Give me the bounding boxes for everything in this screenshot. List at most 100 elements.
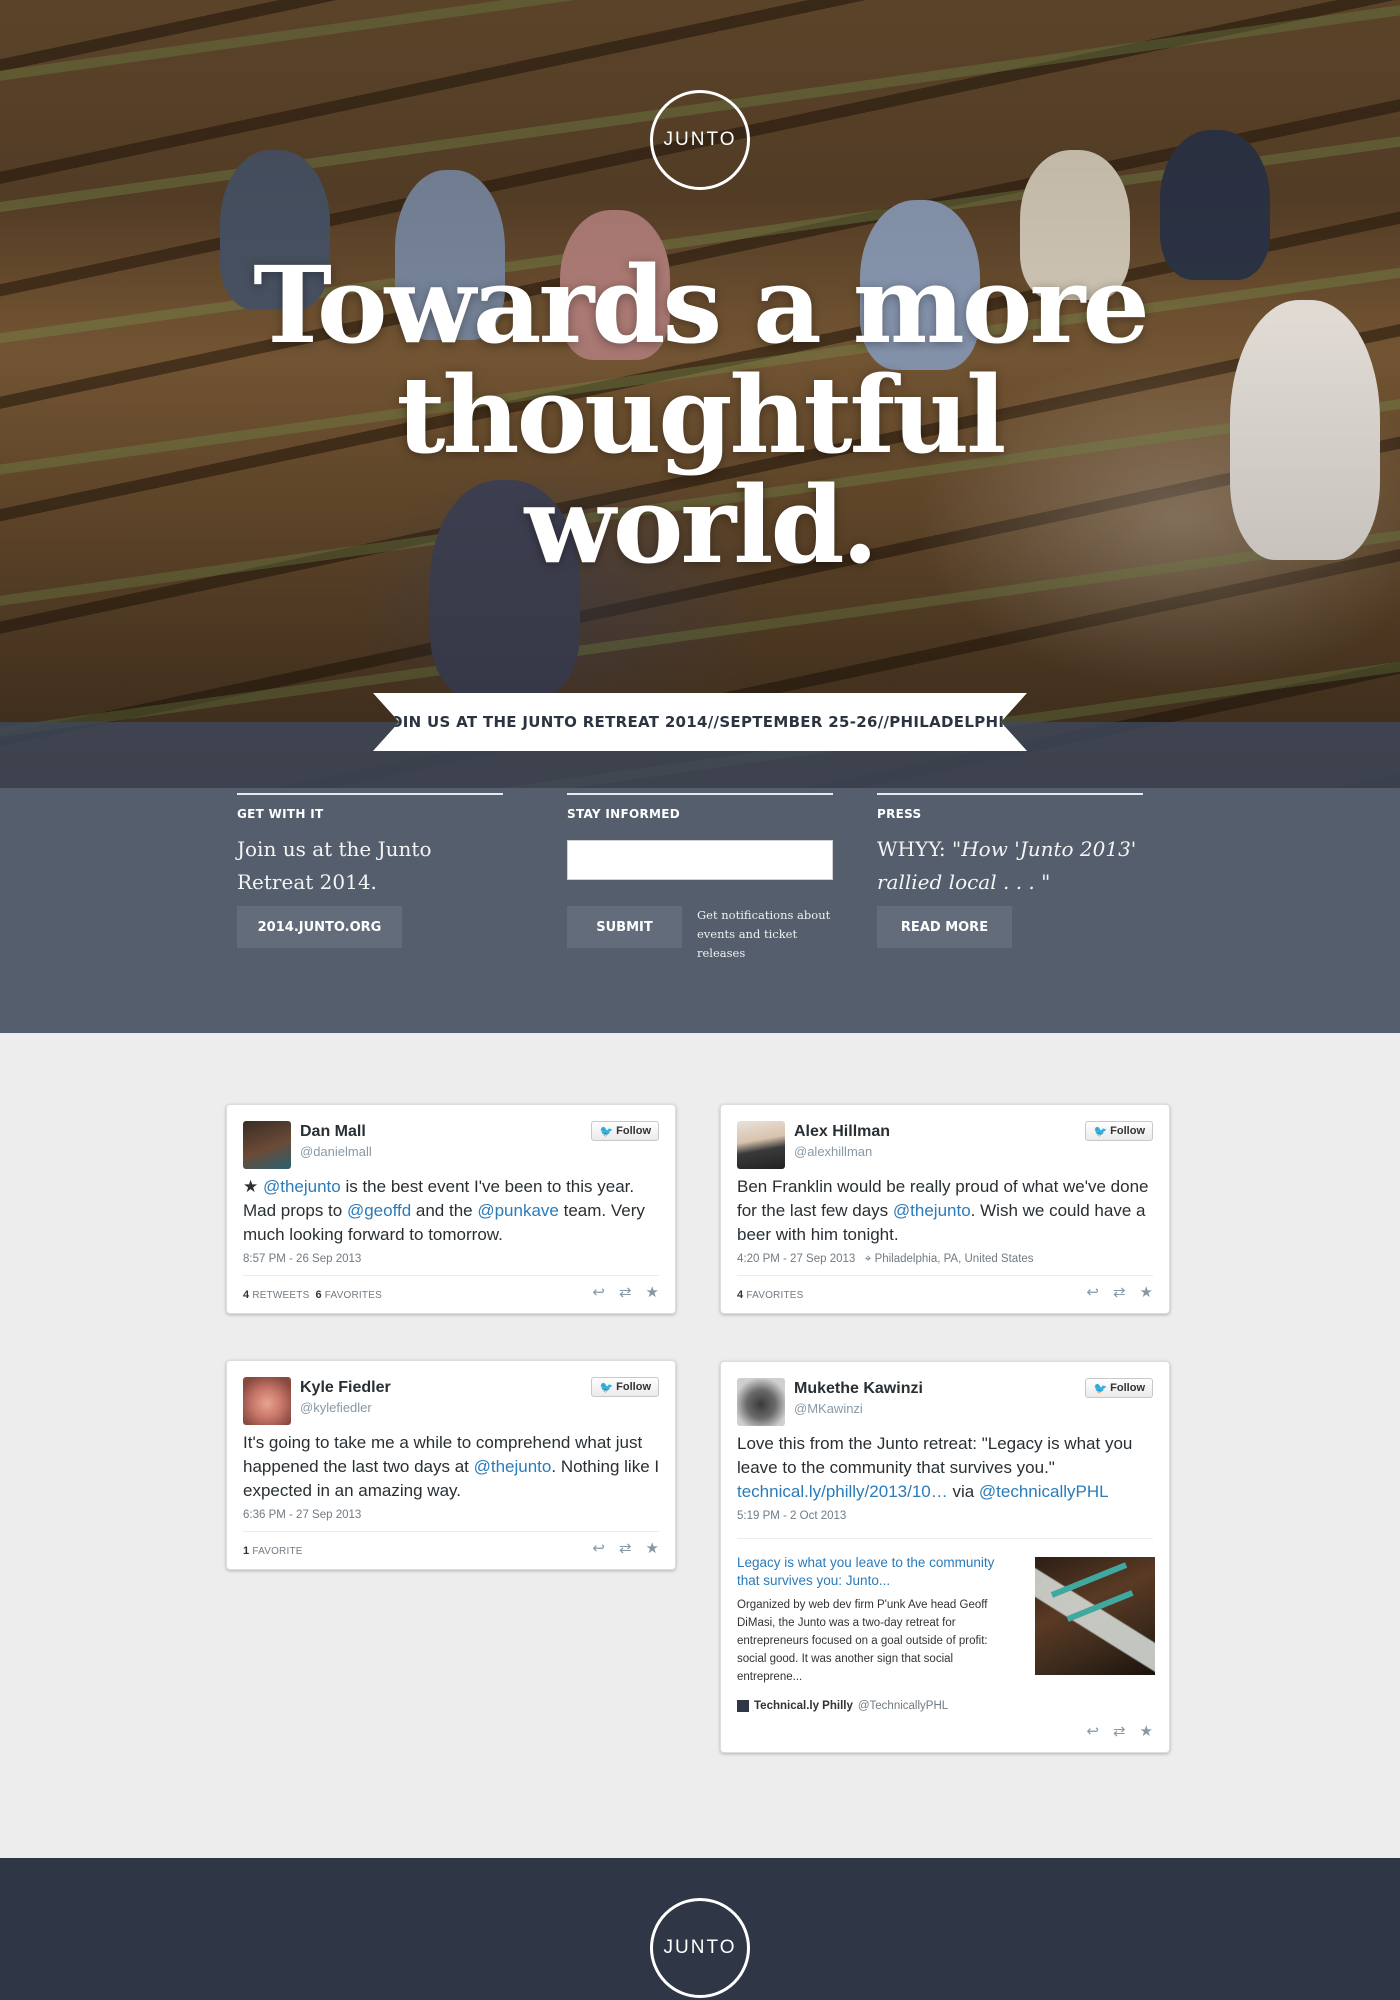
tweet-timestamp[interactable]: 4:20 PM - 27 Sep 2013 <box>737 1253 855 1265</box>
follow-button[interactable]: 🐦 Follow <box>591 1121 659 1141</box>
avatar[interactable] <box>243 1377 291 1425</box>
tweet-author-handle[interactable]: @kylefiedler <box>300 1400 372 1415</box>
location-pin-icon: ⌖ <box>864 1253 872 1265</box>
tweet-actions: ↩ ⇄ ★ <box>592 1283 659 1301</box>
tweet-author-handle[interactable]: @MKawinzi <box>794 1401 863 1416</box>
junto-logo[interactable]: JUNTO <box>650 90 750 190</box>
press-label: PRESS <box>877 807 922 821</box>
read-more-button[interactable]: READ MORE <box>877 906 1012 948</box>
footer-junto-logo[interactable]: JUNTO <box>650 1898 750 1998</box>
tweet-author-handle[interactable]: @danielmall <box>300 1144 372 1159</box>
tweet-actions: ↩ ⇄ ★ <box>1086 1722 1153 1740</box>
get-with-it-text: Join us at the Junto Retreat 2014. <box>237 837 432 894</box>
mention-link[interactable]: @thejunto <box>263 1177 341 1196</box>
link-source-name: Technical.ly Philly <box>754 1700 853 1712</box>
twitter-bird-icon: 🐦 <box>599 1381 614 1394</box>
follow-label: Follow <box>616 1125 651 1137</box>
favorite-count: 1 <box>243 1545 250 1557</box>
tweet-card: Mukethe Kawinzi @MKawinzi 🐦 Follow Love t… <box>720 1361 1170 1753</box>
favorites-label: FAVORITES <box>324 1290 382 1301</box>
mention-link[interactable]: @thejunto <box>474 1457 552 1476</box>
url-link[interactable]: technical.ly/philly/2013/10… <box>737 1482 948 1501</box>
follow-button[interactable]: 🐦 Follow <box>1085 1121 1153 1141</box>
retweet-icon[interactable]: ⇄ <box>619 1539 632 1557</box>
tweet-text: via <box>947 1482 979 1501</box>
mention-link[interactable]: @thejunto <box>893 1201 971 1220</box>
tweet-stats: 4 FAVORITES <box>737 1289 804 1301</box>
tweet-author-name[interactable]: Kyle Fiedler <box>300 1379 391 1397</box>
twitter-bird-icon: 🐦 <box>1093 1125 1108 1138</box>
link-preview-image[interactable] <box>1035 1557 1155 1675</box>
tweet-card: Kyle Fiedler @kylefiedler 🐦 Follow It's g… <box>226 1360 676 1570</box>
favorite-count: 6 <box>315 1289 322 1301</box>
star-icon[interactable]: ★ <box>1140 1722 1153 1740</box>
favorites-label: FAVORITES <box>746 1290 804 1301</box>
tweet-stats: 4 RETWEETS 6 FAVORITES <box>243 1289 382 1301</box>
tweet-timestamp[interactable]: 5:19 PM - 2 Oct 2013 <box>737 1510 846 1522</box>
mention-link[interactable]: @punkave <box>477 1201 559 1220</box>
headline-line-1: Towards a more <box>253 242 1150 367</box>
retweet-icon[interactable]: ⇄ <box>1113 1722 1126 1740</box>
tweet-location[interactable]: Philadelphia, PA, United States <box>875 1253 1034 1265</box>
avatar[interactable] <box>737 1121 785 1169</box>
tweet-divider <box>243 1275 659 1276</box>
image-detail <box>1050 1562 1128 1598</box>
tweet-body: Ben Franklin would be really proud of wh… <box>737 1175 1157 1247</box>
twitter-bird-icon: 🐦 <box>1093 1382 1108 1395</box>
mention-link[interactable]: @technicallyPHL <box>979 1482 1109 1501</box>
follow-label: Follow <box>616 1381 651 1393</box>
tweet-text: Love this from the Junto retreat: "Legac… <box>737 1434 1133 1477</box>
avatar[interactable] <box>243 1121 291 1169</box>
retreat-ribbon-banner: JOIN US AT THE JUNTO RETREAT 2014//SEPTE… <box>373 693 1027 751</box>
tweet-stats: 1 FAVORITE <box>243 1545 303 1557</box>
star-icon[interactable]: ★ <box>646 1283 659 1301</box>
tweet-body: It's going to take me a while to compreh… <box>243 1431 663 1503</box>
mention-link[interactable]: @geoffd <box>347 1201 411 1220</box>
tweet-author-name[interactable]: Dan Mall <box>300 1123 366 1141</box>
reply-icon[interactable]: ↩ <box>1086 1283 1099 1301</box>
favorite-count: 4 <box>737 1289 744 1301</box>
star-icon[interactable]: ★ <box>646 1539 659 1557</box>
follow-button[interactable]: 🐦 Follow <box>591 1377 659 1397</box>
star-icon[interactable]: ★ <box>1140 1283 1153 1301</box>
tweet-text: and the <box>411 1201 478 1220</box>
tweet-card: Alex Hillman @alexhillman 🐦 Follow Ben Fr… <box>720 1104 1170 1314</box>
footer: JUNTO <box>0 1858 1400 2000</box>
follow-label: Follow <box>1110 1382 1145 1394</box>
get-with-it-column: GET WITH IT Join us at the Junto Retreat… <box>237 793 503 899</box>
notification-note: Get notifications about events and ticke… <box>697 908 831 960</box>
tweet-body: Love this from the Junto retreat: "Legac… <box>737 1432 1157 1504</box>
follow-button[interactable]: 🐦 Follow <box>1085 1378 1153 1398</box>
stay-informed-label: STAY INFORMED <box>567 807 681 821</box>
tweet-timestamp[interactable]: 8:57 PM - 26 Sep 2013 <box>243 1253 361 1265</box>
tweet-author-handle[interactable]: @alexhillman <box>794 1144 872 1159</box>
retweet-icon[interactable]: ⇄ <box>619 1283 632 1301</box>
link-preview-title[interactable]: Legacy is what you leave to the communit… <box>737 1554 1017 1590</box>
reply-icon[interactable]: ↩ <box>592 1283 605 1301</box>
retweet-icon[interactable]: ⇄ <box>1113 1283 1126 1301</box>
link-source-handle: @TechnicallyPHL <box>857 1700 949 1712</box>
reply-icon[interactable]: ↩ <box>1086 1722 1099 1740</box>
email-signup-input[interactable] <box>567 840 833 880</box>
follow-label: Follow <box>1110 1125 1145 1137</box>
press-column: PRESS WHYY: "How 'Junto 2013' rallied lo… <box>877 793 1143 899</box>
tweet-timestamp[interactable]: 6:36 PM - 27 Sep 2013 <box>243 1509 361 1521</box>
tweet-author-name[interactable]: Mukethe Kawinzi <box>794 1380 923 1398</box>
twitter-bird-icon: 🐦 <box>599 1125 614 1138</box>
tweet-author-name[interactable]: Alex Hillman <box>794 1123 890 1141</box>
reply-icon[interactable]: ↩ <box>592 1539 605 1557</box>
column-divider <box>877 793 1143 795</box>
tweet-divider <box>737 1275 1153 1276</box>
tweet-card: Dan Mall @danielmall 🐦 Follow ★ @thejunto… <box>226 1104 676 1314</box>
submit-button[interactable]: SUBMIT <box>567 906 682 948</box>
ribbon-text: JOIN US AT THE JUNTO RETREAT 2014//SEPTE… <box>383 713 1017 731</box>
link-preview-source[interactable]: Technical.ly Philly @TechnicallyPHL <box>737 1700 1017 1712</box>
tweet-body: ★ @thejunto is the best event I've been … <box>243 1175 663 1247</box>
get-with-it-label: GET WITH IT <box>237 807 324 821</box>
junto-2014-button[interactable]: 2014.JUNTO.ORG <box>237 906 402 948</box>
avatar[interactable] <box>737 1378 785 1426</box>
link-preview-card[interactable]: Legacy is what you leave to the communit… <box>737 1554 1017 1712</box>
press-quote: WHYY: "How 'Junto 2013' rallied local . … <box>877 833 1137 899</box>
publisher-logo-icon <box>737 1700 749 1712</box>
tweet-actions: ↩ ⇄ ★ <box>1086 1283 1153 1301</box>
